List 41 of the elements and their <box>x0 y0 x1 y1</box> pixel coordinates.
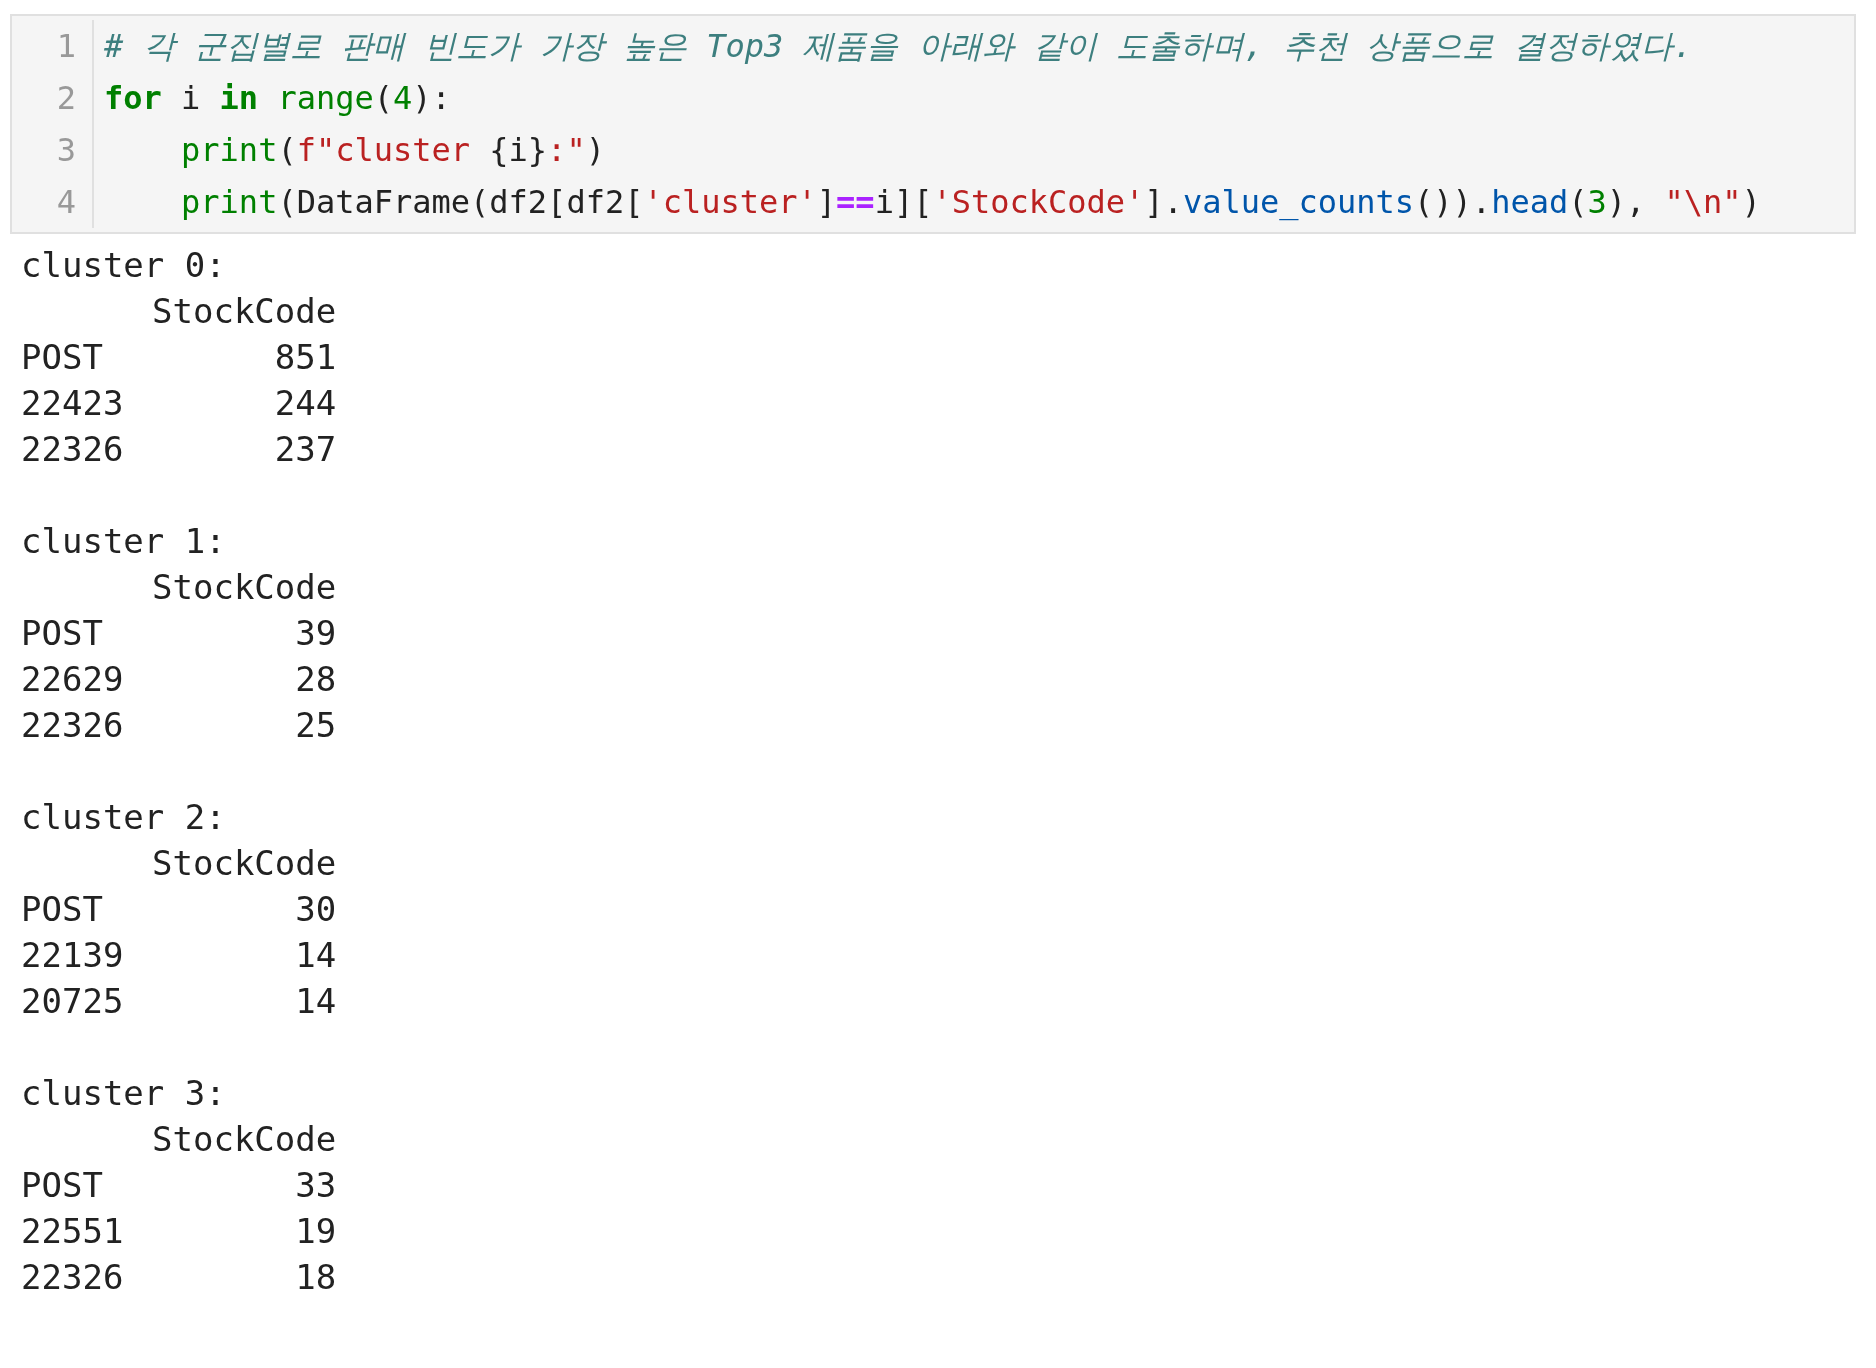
code-line: print(DataFrame(df2[df2['cluster']==i]['StockCode'].value_counts()).head(3), "\n") <box>180 182 1762 223</box>
line-number: 4 <box>12 176 94 228</box>
value-text: 14 <box>294 934 337 977</box>
column-header: StockCode <box>152 842 337 885</box>
value-text: 14 <box>294 980 337 1023</box>
output-title: cluster 3: <box>21 1072 227 1115</box>
value-text: 33 <box>294 1164 337 1207</box>
value-text: 851 <box>273 336 337 379</box>
column-header: StockCode <box>152 1118 337 1161</box>
code-line: # 각 군집별로 판매 빈도가 가장 높은 Top3 제품을 아래와 같이 도출하며, 추천 상품으로 결정하였다. <box>103 26 1694 67</box>
line-number: 1 <box>12 20 94 72</box>
output-title: cluster 1: <box>21 520 227 563</box>
line-number: 2 <box>12 72 94 124</box>
value-text: 237 <box>273 428 337 471</box>
index-label: 22326 <box>21 428 125 471</box>
index-label: 22629 <box>21 658 125 701</box>
index-label: 22139 <box>21 934 125 977</box>
value-text: 244 <box>273 382 337 425</box>
code-line: for i in range(4): <box>103 78 452 119</box>
value-text: 25 <box>294 704 337 747</box>
value-text: 19 <box>294 1210 337 1253</box>
value-text: 39 <box>294 612 337 655</box>
index-label: POST <box>21 888 104 931</box>
index-label: 20725 <box>21 980 125 1023</box>
column-header: StockCode <box>152 290 337 333</box>
line-number: 3 <box>12 124 94 176</box>
value-text: 30 <box>294 888 337 931</box>
index-label: 22326 <box>21 704 125 747</box>
index-label: POST <box>21 1164 104 1207</box>
index-label: 22423 <box>21 382 125 425</box>
output-title: cluster 2: <box>21 796 227 839</box>
column-header: StockCode <box>152 566 337 609</box>
output-title: cluster 0: <box>21 244 227 287</box>
index-label: POST <box>21 336 104 379</box>
code-cell[interactable]: 1 # 각 군집별로 판매 빈도가 가장 높은 Top3 제품을 아래와 같이 도출하며, 추천 상품으로 결정하였다. 2 for i in range(4): 3 print(f"cluster {i}:") 4 print(DataFrame(df2[df2['cluster']==i]['StockCode'].value_counts()).head(3), "\n") <box>10 14 1856 234</box>
index-label: POST <box>21 612 104 655</box>
index-label: 22326 <box>21 1256 125 1299</box>
index-label: 22551 <box>21 1210 125 1253</box>
value-text: 18 <box>294 1256 337 1299</box>
value-text: 28 <box>294 658 337 701</box>
code-line: print(f"cluster {i}:") <box>180 130 606 171</box>
